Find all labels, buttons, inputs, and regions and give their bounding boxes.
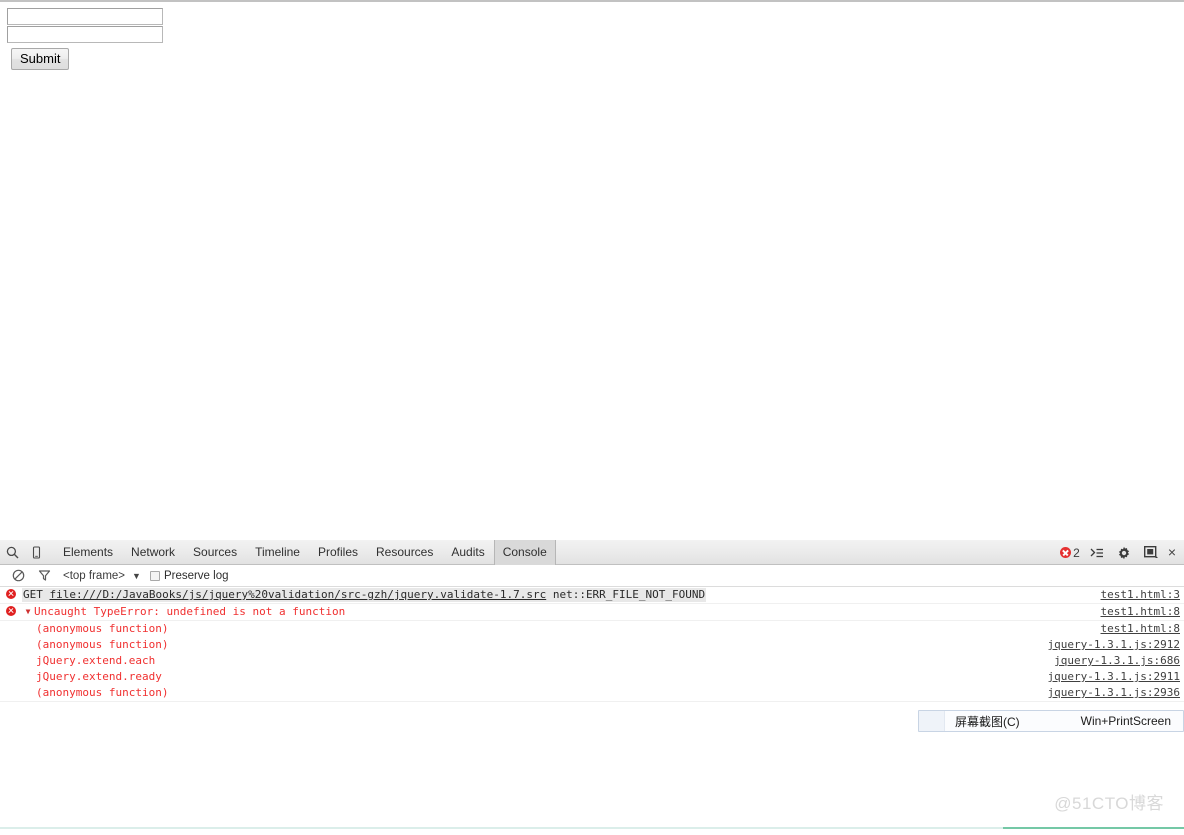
network-url[interactable]: file:///D:/JavaBooks/js/jquery%20validat… xyxy=(50,588,547,601)
preserve-log-toggle[interactable]: Preserve log xyxy=(149,569,229,582)
browser-viewport: Submit xyxy=(0,0,1184,540)
form-field-1[interactable] xyxy=(7,8,163,25)
popup-icon-gutter xyxy=(919,711,945,731)
console-stack-frame[interactable]: jQuery.extend.ready jquery-1.3.1.js:2911 xyxy=(0,669,1184,685)
dock-side-icon[interactable] xyxy=(1139,541,1163,565)
network-status: net::ERR_FILE_NOT_FOUND xyxy=(546,588,706,601)
console-stack-frame[interactable]: (anonymous function) jquery-1.3.1.js:293… xyxy=(0,685,1184,702)
chevron-down-icon[interactable]: ▼ xyxy=(132,571,141,581)
console-source-link[interactable]: test1.html:8 xyxy=(1101,622,1184,636)
screenshot-shortcut-label: Win+PrintScreen xyxy=(1080,714,1171,728)
show-drawer-icon[interactable] xyxy=(1085,541,1109,565)
preserve-log-checkbox[interactable] xyxy=(149,570,160,581)
error-icon xyxy=(0,605,22,616)
tab-elements[interactable]: Elements xyxy=(54,540,122,565)
stack-frame-label: jQuery.extend.ready xyxy=(36,670,162,683)
console-filter-bar: <top frame> ▼ Preserve log xyxy=(0,565,1184,587)
tab-console[interactable]: Console xyxy=(493,539,556,565)
tab-sources[interactable]: Sources xyxy=(184,540,246,565)
clear-console-icon[interactable] xyxy=(5,565,31,586)
error-icon xyxy=(0,588,22,599)
tab-network[interactable]: Network xyxy=(122,540,184,565)
console-source-link[interactable]: jquery-1.3.1.js:2936 xyxy=(1048,686,1184,700)
console-source-link[interactable]: jquery-1.3.1.js:2911 xyxy=(1048,670,1184,684)
network-method: GET xyxy=(23,588,50,601)
devtools-tab-list: Elements Network Sources Timeline Profil… xyxy=(54,539,556,565)
console-source-link[interactable]: test1.html:3 xyxy=(1101,588,1184,602)
frame-selector[interactable]: <top frame> xyxy=(63,570,125,582)
devtools-tabbar-actions: 2 × xyxy=(1058,540,1180,565)
console-source-link[interactable]: test1.html:8 xyxy=(1101,605,1184,619)
close-icon[interactable]: × xyxy=(1166,545,1180,561)
stack-frame-label: (anonymous function) xyxy=(36,622,169,635)
watermark-text: @51CTO博客 xyxy=(1054,794,1164,813)
tab-profiles[interactable]: Profiles xyxy=(309,540,367,565)
console-stack-frame[interactable]: (anonymous function) jquery-1.3.1.js:291… xyxy=(0,637,1184,653)
console-stack-frame[interactable]: jQuery.extend.each jquery-1.3.1.js:686 xyxy=(0,653,1184,669)
console-network-message: GET file:///D:/JavaBooks/js/jquery%20val… xyxy=(22,588,707,602)
error-count-label: 2 xyxy=(1073,545,1080,560)
console-row-network-error[interactable]: GET file:///D:/JavaBooks/js/jquery%20val… xyxy=(0,587,1184,604)
footer-rule-accent xyxy=(1003,827,1184,829)
search-icon[interactable] xyxy=(0,540,24,564)
device-toggle-icon[interactable] xyxy=(24,540,48,564)
console-stack-frame[interactable]: (anonymous function) test1.html:8 xyxy=(0,621,1184,637)
form-field-2[interactable] xyxy=(7,26,163,43)
console-error-message: Uncaught TypeError: undefined is not a f… xyxy=(34,605,346,618)
devtools-tabbar: Elements Network Sources Timeline Profil… xyxy=(0,539,1184,565)
console-source-link[interactable]: jquery-1.3.1.js:2912 xyxy=(1048,638,1184,652)
preserve-log-label: Preserve log xyxy=(163,569,229,582)
submit-button[interactable]: Submit xyxy=(11,48,70,70)
validation-form: Submit xyxy=(0,2,1184,70)
stack-frame-label: jQuery.extend.each xyxy=(36,654,156,667)
console-source-link[interactable]: jquery-1.3.1.js:686 xyxy=(1054,654,1184,668)
console-message-list[interactable]: GET file:///D:/JavaBooks/js/jquery%20val… xyxy=(0,587,1184,722)
tab-resources[interactable]: Resources xyxy=(367,540,442,565)
devtools-panel: Elements Network Sources Timeline Profil… xyxy=(0,539,1184,722)
screenshot-menu-label[interactable]: 屏幕截图(C) xyxy=(955,713,1020,730)
screenshot-hint-popup[interactable]: 屏幕截图(C) Win+PrintScreen xyxy=(918,710,1184,732)
stack-frame-label: (anonymous function) xyxy=(36,638,169,651)
filter-funnel-icon[interactable] xyxy=(31,565,57,586)
gear-icon[interactable] xyxy=(1112,541,1136,565)
tab-audits[interactable]: Audits xyxy=(442,540,493,565)
stack-frame-label: (anonymous function) xyxy=(36,686,169,699)
tab-timeline[interactable]: Timeline xyxy=(246,540,309,565)
error-count-badge[interactable]: 2 xyxy=(1058,546,1082,560)
expand-triangle-icon[interactable]: ▼ xyxy=(22,605,34,619)
error-icon xyxy=(1060,547,1072,558)
console-row-js-error[interactable]: ▼ Uncaught TypeError: undefined is not a… xyxy=(0,604,1184,621)
